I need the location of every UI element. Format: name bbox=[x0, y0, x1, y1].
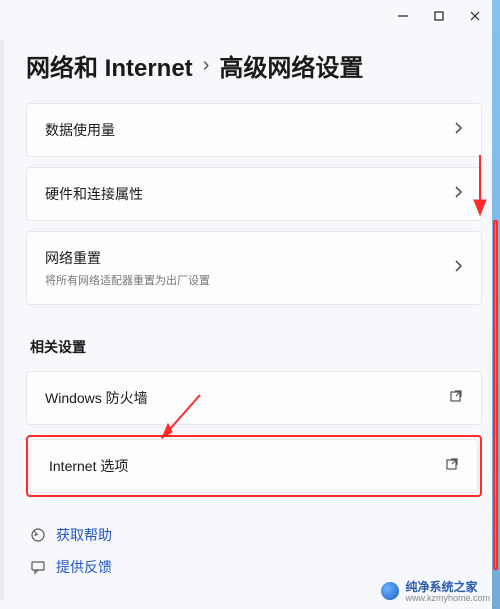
item-title: 网络重置 bbox=[45, 248, 210, 268]
maximize-button[interactable] bbox=[432, 9, 446, 23]
settings-window: 网络和 Internet › 高级网络设置 数据使用量 硬件和连接属性 网络重置… bbox=[0, 0, 500, 609]
annotation-bar bbox=[493, 220, 498, 570]
watermark: 纯净系统之家 www.kzmyhome.com bbox=[381, 578, 490, 603]
feedback-icon bbox=[30, 559, 46, 575]
item-hardware-properties[interactable]: 硬件和连接属性 bbox=[26, 167, 482, 221]
chevron-right-icon bbox=[453, 185, 463, 204]
item-title: 硬件和连接属性 bbox=[45, 184, 143, 204]
window-titlebar bbox=[378, 0, 500, 32]
item-subtitle: 将所有网络适配器重置为出厂设置 bbox=[45, 272, 210, 288]
help-icon bbox=[30, 527, 46, 543]
link-label: 提供反馈 bbox=[56, 557, 112, 577]
watermark-url: www.kzmyhome.com bbox=[405, 593, 490, 603]
minimize-button[interactable] bbox=[396, 9, 410, 23]
chevron-right-icon bbox=[453, 121, 463, 140]
annotation-highlight: Internet 选项 bbox=[26, 435, 482, 497]
item-internet-options[interactable]: Internet 选项 bbox=[30, 439, 478, 493]
get-help-link[interactable]: 获取帮助 bbox=[26, 519, 482, 551]
item-title: 数据使用量 bbox=[45, 120, 115, 140]
breadcrumb: 网络和 Internet › 高级网络设置 bbox=[26, 48, 482, 83]
related-section-label: 相关设置 bbox=[30, 337, 482, 357]
watermark-text: 纯净系统之家 bbox=[405, 580, 477, 594]
item-title: Windows 防火墙 bbox=[45, 388, 148, 408]
item-network-reset[interactable]: 网络重置 将所有网络适配器重置为出厂设置 bbox=[26, 231, 482, 305]
close-button[interactable] bbox=[468, 9, 482, 23]
content-area: 网络和 Internet › 高级网络设置 数据使用量 硬件和连接属性 网络重置… bbox=[0, 40, 500, 609]
item-title: Internet 选项 bbox=[49, 456, 128, 476]
link-label: 获取帮助 bbox=[56, 525, 112, 545]
item-windows-firewall[interactable]: Windows 防火墙 bbox=[26, 371, 482, 425]
watermark-logo-icon bbox=[381, 582, 399, 600]
open-external-icon bbox=[445, 457, 459, 476]
footer-links: 获取帮助 提供反馈 bbox=[26, 519, 482, 583]
breadcrumb-parent[interactable]: 网络和 Internet bbox=[26, 48, 193, 83]
chevron-right-icon: › bbox=[203, 54, 210, 77]
chevron-right-icon bbox=[453, 259, 463, 278]
open-external-icon bbox=[449, 389, 463, 408]
item-data-usage[interactable]: 数据使用量 bbox=[26, 103, 482, 157]
breadcrumb-current: 高级网络设置 bbox=[219, 48, 363, 83]
